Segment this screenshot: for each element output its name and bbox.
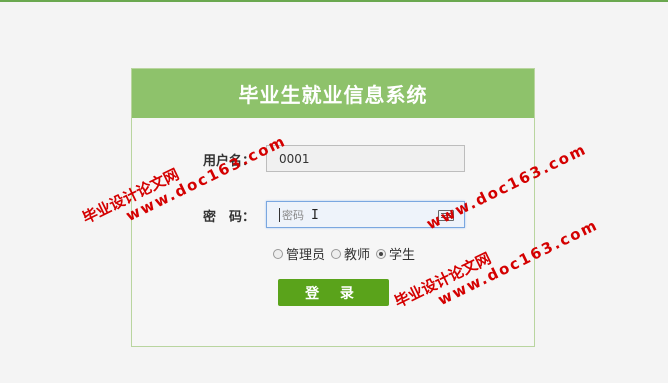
top-border — [0, 0, 668, 2]
role-label-teacher: 教师 — [344, 248, 371, 263]
role-radio-group: 管理员 教师 学生 — [273, 244, 421, 263]
ibeam-cursor-icon: I — [311, 208, 319, 223]
role-option-teacher[interactable]: 教师 — [331, 244, 370, 263]
role-option-admin[interactable]: 管理员 — [273, 244, 325, 263]
username-input[interactable]: 0001 — [266, 145, 465, 172]
role-option-student[interactable]: 学生 — [376, 244, 415, 263]
login-button[interactable]: 登 录 — [278, 279, 389, 306]
role-label-student: 学生 — [389, 248, 416, 263]
radio-student[interactable] — [376, 248, 387, 259]
password-placeholder: 密码 — [282, 208, 304, 222]
username-value: 0001 — [279, 151, 310, 166]
password-label: 密 码： — [203, 210, 256, 225]
panel-title: 毕业生就业信息系统 — [132, 69, 534, 118]
radio-teacher[interactable] — [331, 248, 342, 259]
radio-admin[interactable] — [273, 248, 283, 259]
role-label-admin: 管理员 — [286, 248, 326, 263]
text-caret — [279, 207, 280, 222]
